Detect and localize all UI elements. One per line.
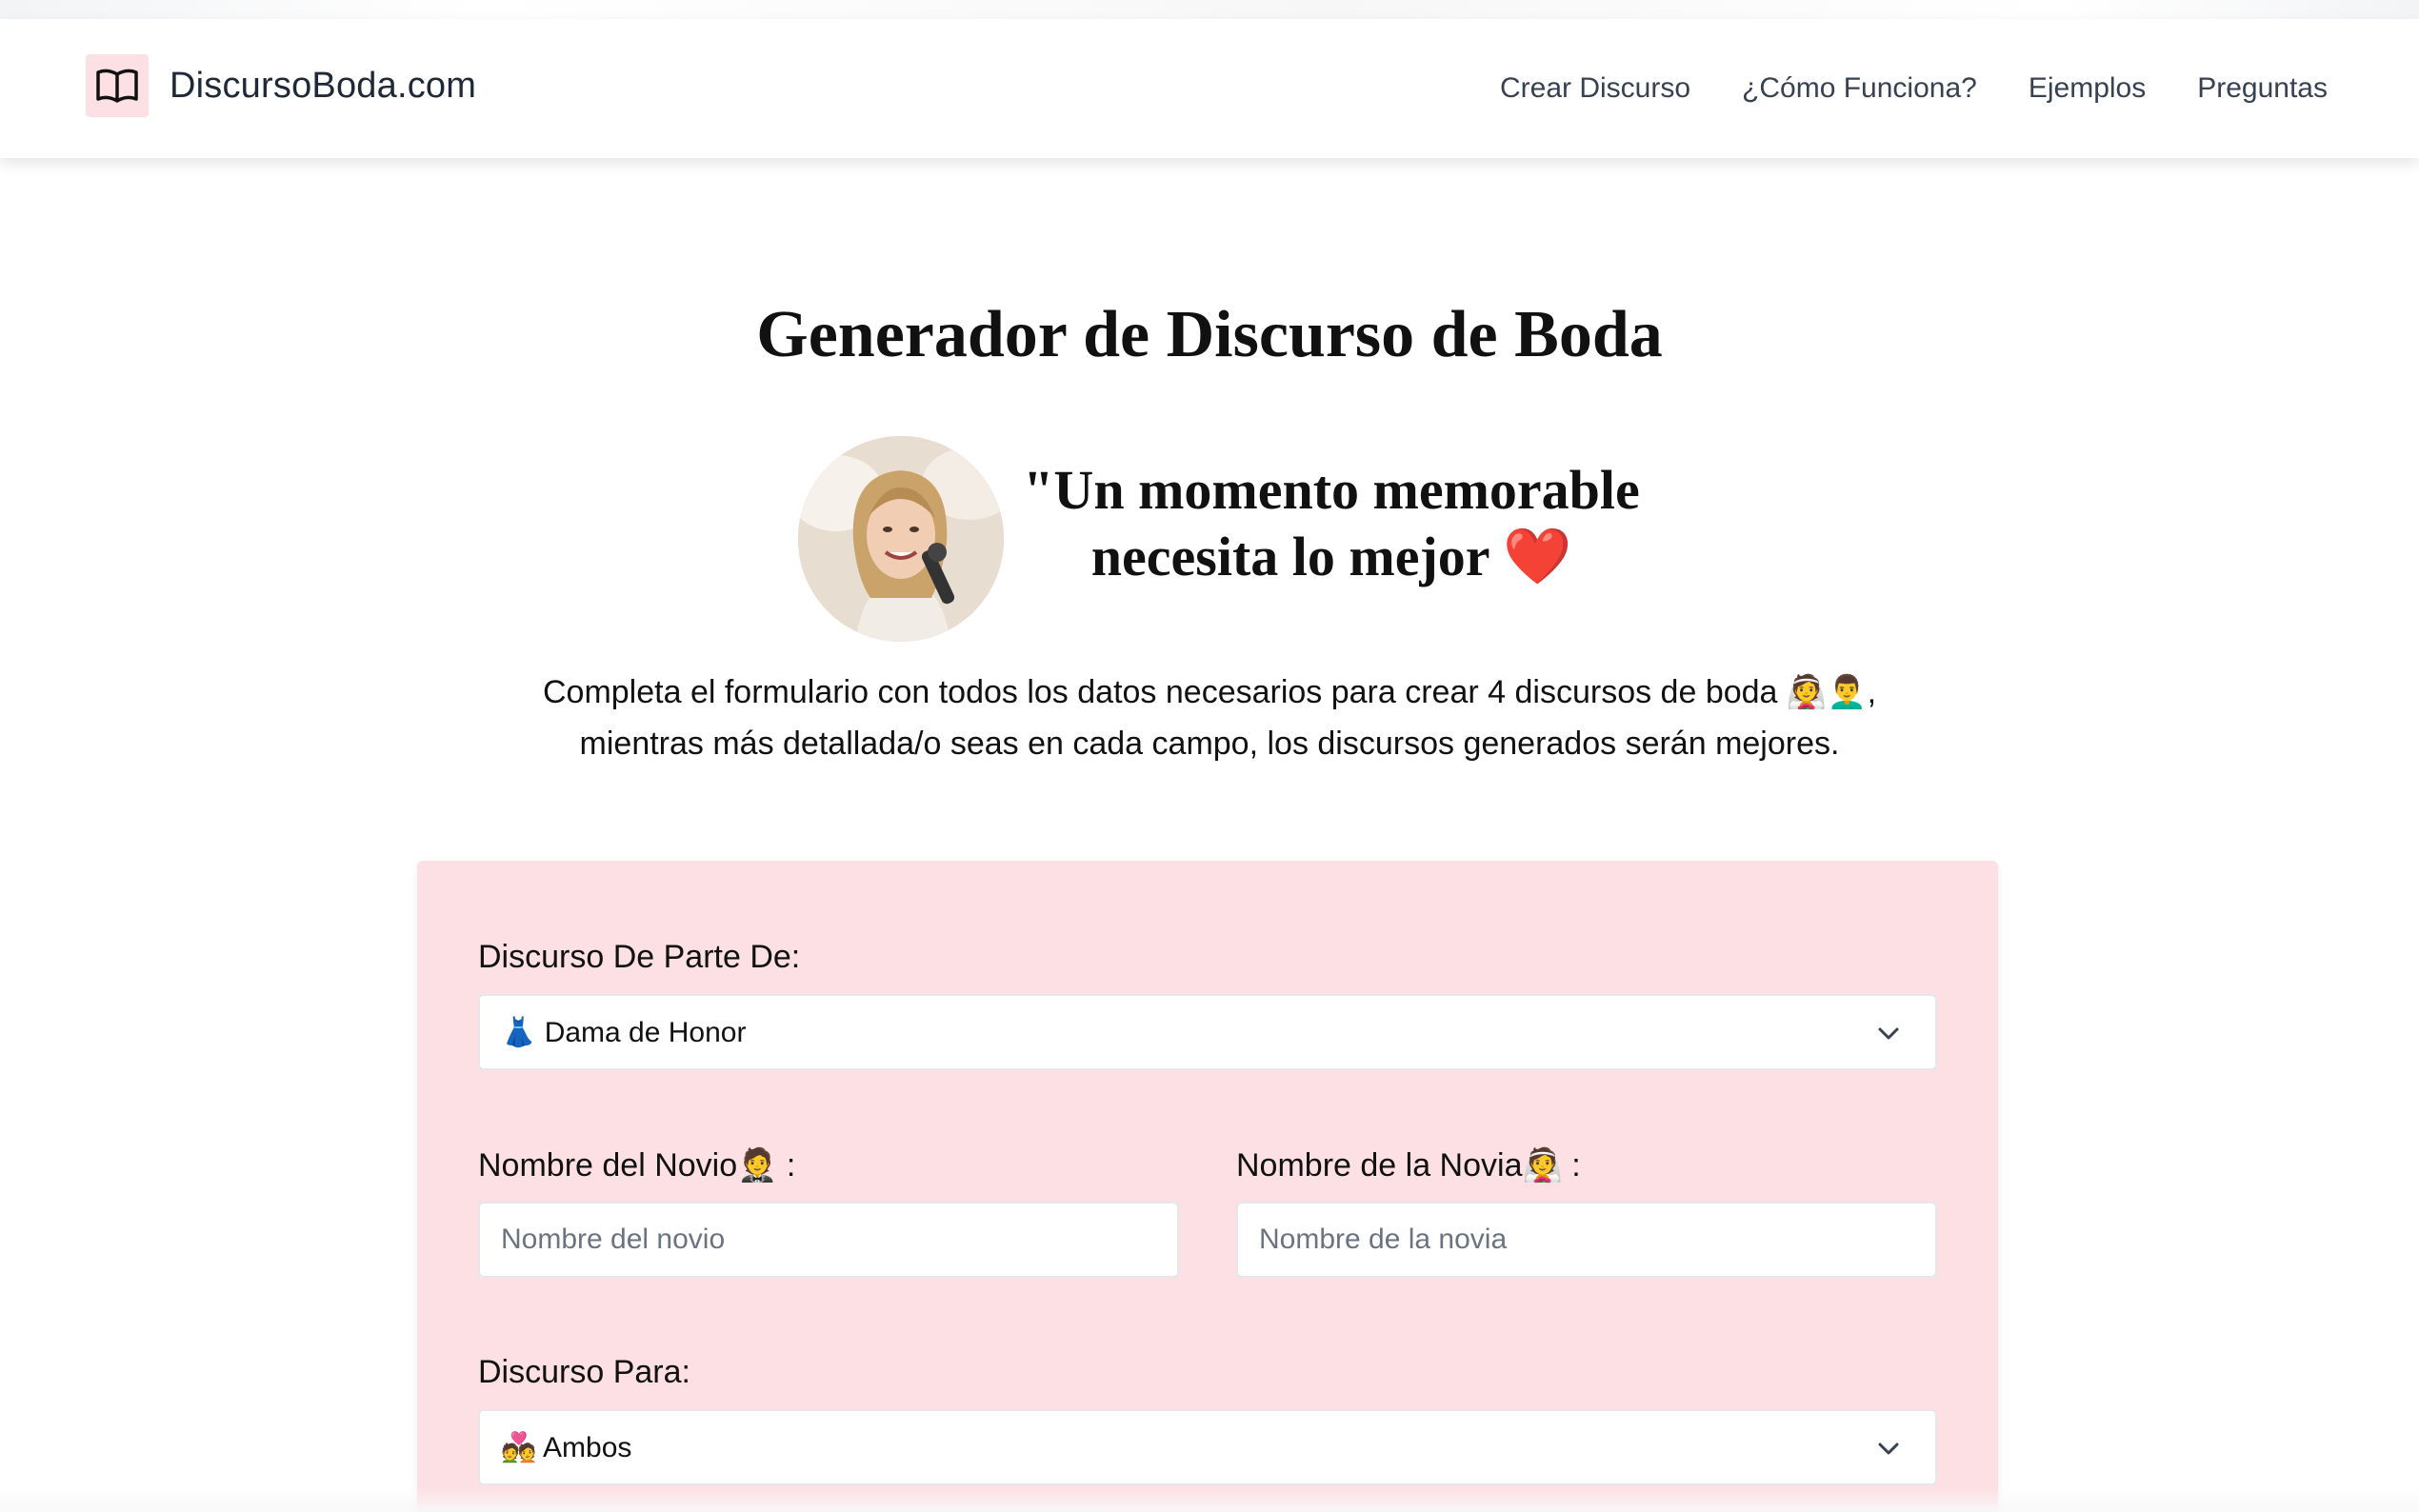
bride-speaking-photo	[798, 436, 1004, 642]
speech-from-label: Discurso De Parte De:	[478, 939, 801, 975]
chevron-down-icon	[1878, 1027, 1899, 1040]
groom-name-input[interactable]	[501, 1204, 1177, 1276]
hero-quote: "Un momento memorable necesita lo mejor …	[1008, 457, 1655, 590]
quote-line-2: necesita lo mejor ❤️	[1008, 524, 1655, 590]
quote-section: "Un momento memorable necesita lo mejor …	[798, 436, 1655, 642]
speech-form: Discurso De Parte De: 👗 Dama de Honor No…	[417, 861, 1998, 1512]
bride-name-input[interactable]	[1259, 1204, 1935, 1276]
bride-name-label: Nombre de la Novia👰 :	[1236, 1147, 1581, 1184]
brand-link[interactable]: DiscursoBoda.com	[86, 54, 476, 117]
groom-name-field	[478, 1202, 1179, 1278]
speech-from-value: 👗 Dama de Honor	[501, 1016, 747, 1048]
speech-for-label: Discurso Para:	[478, 1354, 690, 1390]
bride-name-field	[1236, 1202, 1937, 1278]
brand-name: DiscursoBoda.com	[170, 65, 477, 106]
nav-ejemplos[interactable]: Ejemplos	[2029, 72, 2146, 105]
intro-line-1: Completa el formulario con todos los dat…	[542, 674, 1877, 710]
heart-icon: ❤️	[1502, 526, 1572, 587]
browser-top-strip	[0, 0, 2419, 19]
open-book-icon	[86, 54, 149, 117]
quote-line-1: "Un momento memorable	[1023, 459, 1640, 521]
nav-preguntas[interactable]: Preguntas	[2197, 72, 2328, 105]
quote-line-2-text: necesita lo mejor	[1090, 526, 1489, 587]
nav-como-funciona[interactable]: ¿Cómo Funciona?	[1742, 72, 1977, 105]
main-nav: Crear Discurso ¿Cómo Funciona? Ejemplos …	[1500, 19, 2328, 158]
navbar: DiscursoBoda.com Crear Discurso ¿Cómo Fu…	[0, 19, 2419, 158]
intro-line-2: mientras más detallada/o seas en cada ca…	[579, 726, 1840, 762]
page-title: Generador de Discurso de Boda	[756, 298, 1663, 371]
speech-from-select[interactable]: 👗 Dama de Honor	[478, 994, 1937, 1070]
speech-for-select[interactable]: 💑 Ambos	[478, 1409, 1937, 1485]
nav-crear-discurso[interactable]: Crear Discurso	[1500, 72, 1690, 105]
groom-name-label: Nombre del Novio🤵 :	[478, 1147, 796, 1184]
intro-text: Completa el formulario con todos los dat…	[352, 666, 2067, 769]
speech-for-value: 💑 Ambos	[501, 1431, 632, 1463]
chevron-down-icon	[1878, 1442, 1899, 1455]
bottom-fade	[0, 1489, 2419, 1512]
